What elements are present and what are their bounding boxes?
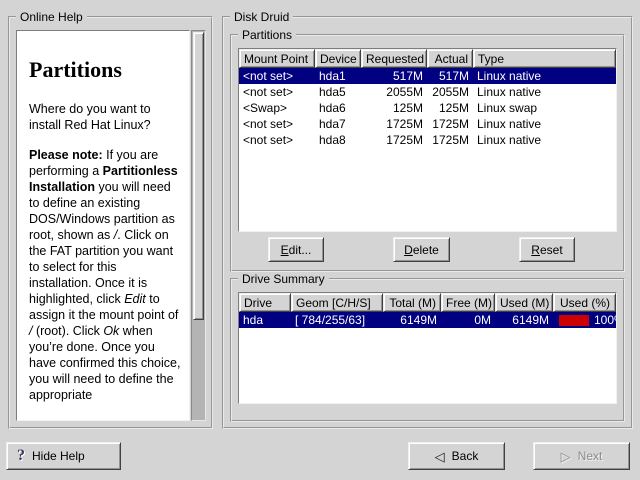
cell-actual: 1725M xyxy=(427,117,473,131)
help-scrollbar[interactable] xyxy=(191,30,206,421)
cell-requested: 1725M xyxy=(361,133,427,147)
partitions-legend: Partitions xyxy=(238,28,296,42)
cell-actual: 517M xyxy=(427,69,473,83)
partition-row-hda6[interactable]: <Swap> hda6 125M 125M Linux swap xyxy=(239,100,616,116)
cell-mount-point: <not set> xyxy=(239,117,315,131)
help-title: Partitions xyxy=(29,57,181,83)
cell-actual: 2055M xyxy=(427,85,473,99)
hide-help-label: Hide Help xyxy=(32,449,85,463)
drive-row-hda[interactable]: hda [ 784/255/63] 6149M 0M 6149M 100% xyxy=(239,312,616,328)
cell-requested: 2055M xyxy=(361,85,427,99)
drive-summary-body: hda [ 784/255/63] 6149M 0M 6149M 100% xyxy=(239,312,616,403)
delete-button[interactable]: Delete xyxy=(393,237,450,262)
col-header-used-pct[interactable]: Used (%) xyxy=(553,293,616,312)
cell-mount-point: <not set> xyxy=(239,133,315,147)
cell-total: 6149M xyxy=(383,313,441,327)
drive-summary-header: Drive Geom [C/H/S] Total (M) Free (M) Us… xyxy=(239,293,616,312)
help-note-italic: Edit xyxy=(124,292,146,306)
cell-device: hda8 xyxy=(315,133,361,147)
help-note-text: (root). Click xyxy=(32,324,103,338)
cell-actual: 1725M xyxy=(427,133,473,147)
col-header-device[interactable]: Device xyxy=(315,49,361,68)
partitions-table: Mount Point Device Requested Actual Type… xyxy=(238,48,617,232)
cell-type: Linux native xyxy=(473,133,616,147)
help-note-italic: Ok xyxy=(103,324,119,338)
col-header-total[interactable]: Total (M) xyxy=(383,293,441,312)
online-help-panel: Online Help Partitions Where do you want… xyxy=(8,16,213,429)
cell-actual: 125M xyxy=(427,101,473,115)
back-label: Back xyxy=(452,449,479,463)
cell-device: hda6 xyxy=(315,101,361,115)
delete-button-label: Delete xyxy=(404,243,439,257)
cell-mount-point: <not set> xyxy=(239,85,315,99)
cell-drive: hda xyxy=(239,313,291,327)
reset-button[interactable]: Reset xyxy=(519,237,575,262)
cell-type: Linux native xyxy=(473,85,616,99)
col-header-actual[interactable]: Actual xyxy=(427,49,473,68)
hide-help-button[interactable]: ? Hide Help xyxy=(6,442,121,470)
col-header-requested[interactable]: Requested xyxy=(361,49,427,68)
reset-button-label: Reset xyxy=(531,243,562,257)
drive-summary-legend: Drive Summary xyxy=(238,272,329,286)
partitions-group: Partitions Mount Point Device Requested … xyxy=(230,34,625,272)
usage-bar xyxy=(559,315,589,326)
next-arrow-icon: ▷ xyxy=(561,450,571,463)
installer-window: Online Help Partitions Where do you want… xyxy=(0,0,640,480)
col-header-free[interactable]: Free (M) xyxy=(441,293,495,312)
disk-druid-panel: Disk Druid Partitions Mount Point Device… xyxy=(222,16,633,429)
col-header-type[interactable]: Type xyxy=(473,49,616,68)
usage-pct-label: 100% xyxy=(594,313,616,327)
cell-free: 0M xyxy=(441,313,495,327)
partition-row-hda5[interactable]: <not set> hda5 2055M 2055M Linux native xyxy=(239,84,616,100)
next-label: Next xyxy=(578,449,603,463)
cell-used-m: 6149M xyxy=(495,313,553,327)
cell-device: hda1 xyxy=(315,69,361,83)
cell-device: hda7 xyxy=(315,117,361,131)
cell-mount-point: <Swap> xyxy=(239,101,315,115)
partition-actions: Edit... Delete Reset xyxy=(238,237,617,262)
back-arrow-icon: ◁ xyxy=(435,450,445,463)
col-header-drive[interactable]: Drive xyxy=(239,293,291,312)
help-viewport: Partitions Where do you want to install … xyxy=(16,30,206,421)
back-button[interactable]: ◁ Back xyxy=(408,442,505,470)
help-note: Please note: If you are performing a Par… xyxy=(29,147,181,403)
help-scrollbar-thumb[interactable] xyxy=(193,32,204,320)
col-header-mount-point[interactable]: Mount Point xyxy=(239,49,315,68)
edit-button-label: Edit... xyxy=(281,243,312,257)
cell-requested: 125M xyxy=(361,101,427,115)
partition-row-hda1[interactable]: <not set> hda1 517M 517M Linux native xyxy=(239,68,616,84)
cell-requested: 517M xyxy=(361,69,427,83)
online-help-legend: Online Help xyxy=(16,10,87,24)
cell-type: Linux native xyxy=(473,69,616,83)
cell-device: hda5 xyxy=(315,85,361,99)
help-note-bold: Please note: xyxy=(29,148,103,162)
disk-druid-legend: Disk Druid xyxy=(230,10,293,24)
cell-requested: 1725M xyxy=(361,117,427,131)
cell-type: Linux native xyxy=(473,117,616,131)
help-intro: Where do you want to install Red Hat Lin… xyxy=(29,101,181,133)
help-question-icon: ? xyxy=(17,447,25,465)
drive-summary-table: Drive Geom [C/H/S] Total (M) Free (M) Us… xyxy=(238,292,617,404)
col-header-geom[interactable]: Geom [C/H/S] xyxy=(291,293,383,312)
help-text-area: Partitions Where do you want to install … xyxy=(16,30,190,421)
col-header-used-m[interactable]: Used (M) xyxy=(495,293,553,312)
partition-row-hda8[interactable]: <not set> hda8 1725M 1725M Linux native xyxy=(239,132,616,148)
edit-button[interactable]: Edit... xyxy=(268,237,324,262)
cell-mount-point: <not set> xyxy=(239,69,315,83)
partitions-table-header: Mount Point Device Requested Actual Type xyxy=(239,49,616,68)
partitions-table-body: <not set> hda1 517M 517M Linux native <n… xyxy=(239,68,616,231)
cell-used-pct: 100% xyxy=(553,313,616,327)
cell-geom: [ 784/255/63] xyxy=(291,313,383,327)
next-button[interactable]: ▷ Next xyxy=(533,442,630,470)
partition-row-hda7[interactable]: <not set> hda7 1725M 1725M Linux native xyxy=(239,116,616,132)
cell-type: Linux swap xyxy=(473,101,616,115)
drive-summary-group: Drive Summary Drive Geom [C/H/S] Total (… xyxy=(230,278,625,422)
